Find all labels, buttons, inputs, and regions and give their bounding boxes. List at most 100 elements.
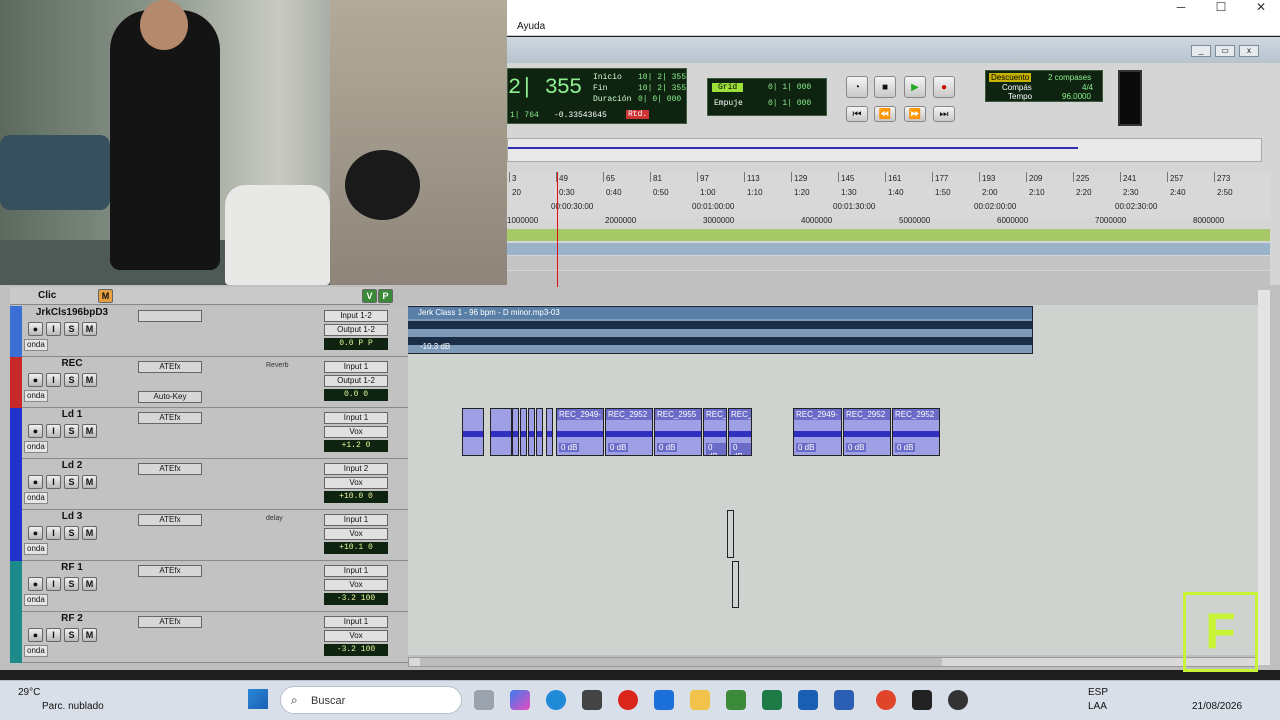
marker-ruler[interactable] [507, 229, 1270, 241]
mute-button[interactable]: M [82, 373, 97, 387]
edit-lanes[interactable] [408, 305, 1258, 655]
record-arm-button[interactable]: ● [28, 475, 43, 489]
input-selector[interactable]: Input 1-2 [324, 310, 388, 322]
audio-clip-small[interactable] [490, 408, 512, 456]
doc-close-button[interactable]: x [1239, 45, 1259, 57]
track-3[interactable]: Ld 2 ● I S M onda ATEfx Input 2 Vox +10.0 0 [10, 459, 408, 510]
forward-end-button[interactable]: ⏭ [933, 106, 955, 122]
input-selector[interactable]: Input 1 [324, 565, 388, 577]
track-name[interactable]: Ld 1 [24, 409, 120, 422]
tempo-ruler[interactable] [507, 243, 1270, 255]
audio-clip-main[interactable]: Jerk Class 1 - 96 bpm - D minor.mp3-03 -… [405, 306, 1033, 354]
track-name[interactable]: Ld 2 [24, 460, 120, 473]
audio-clip[interactable]: REC_2955 0 dB [654, 408, 702, 456]
start-icon[interactable] [248, 689, 268, 709]
input-monitor-button[interactable]: I [46, 526, 61, 540]
tempo-value[interactable]: 96.0000 [1062, 92, 1091, 101]
start-value[interactable]: 10| 2| 355 [638, 73, 686, 82]
word-icon[interactable] [834, 690, 854, 710]
track-view-selector[interactable]: onda [24, 492, 48, 504]
volume-display[interactable]: 0.0 0 [324, 389, 388, 401]
audio-clip-small[interactable] [528, 408, 535, 456]
input-monitor-button[interactable]: I [46, 424, 61, 438]
excel-icon[interactable] [762, 690, 782, 710]
grid-value[interactable]: 0| 1| 000 [768, 83, 811, 92]
audio-clip[interactable]: REC_2952 0 dB [843, 408, 891, 456]
meter-value[interactable]: 4/4 [1082, 83, 1093, 92]
track-view-selector[interactable]: onda [24, 339, 48, 351]
insert-slot-2[interactable]: Auto-Key [138, 391, 202, 403]
input-selector[interactable]: Input 1 [324, 412, 388, 424]
pdf-icon[interactable] [618, 690, 638, 710]
output-selector[interactable]: Vox [324, 579, 388, 591]
send-slot[interactable] [264, 464, 320, 475]
audio-clip[interactable]: REC_2952 0 dB [892, 408, 940, 456]
click-mute-button[interactable]: M [98, 289, 113, 303]
output-selector[interactable]: Vox [324, 426, 388, 438]
input-selector[interactable]: Input 1 [324, 514, 388, 526]
send-slot[interactable] [264, 566, 320, 577]
edge-icon[interactable] [546, 690, 566, 710]
track-4[interactable]: Ld 3 ● I S M onda ATEfx Input 1 Vox +10.1 0… [10, 510, 408, 561]
doc-minimize-button[interactable]: _ [1191, 45, 1211, 57]
track-view-selector[interactable]: onda [24, 390, 48, 402]
rewind-start-button[interactable]: ⏮ [846, 106, 868, 122]
input-monitor-button[interactable]: I [46, 373, 61, 387]
app-icon[interactable] [912, 690, 932, 710]
volume-display[interactable]: +10.0 0 [324, 491, 388, 503]
audio-clip[interactable]: REC_2952 0 dB [605, 408, 653, 456]
track-2[interactable]: Ld 1 ● I S M onda ATEfx Input 1 Vox +1.2 0 [10, 408, 408, 459]
track-6[interactable]: RF 2 ● I S M onda ATEfx Input 1 Vox -3.2 10… [10, 612, 408, 663]
track-name[interactable]: JrkCls196bpD3 [24, 307, 120, 320]
output-selector[interactable]: Vox [324, 528, 388, 540]
rtd-badge[interactable]: Rtd. [626, 110, 650, 119]
playlist-button[interactable]: P [378, 289, 393, 303]
insert-slot[interactable]: ATEfx [138, 565, 202, 577]
app-icon[interactable] [582, 690, 602, 710]
record-arm-button[interactable]: ● [28, 628, 43, 642]
forward-button[interactable]: ⏩ [904, 106, 926, 122]
volume-display[interactable]: -3.2 100 [324, 644, 388, 656]
mute-button[interactable]: M [82, 475, 97, 489]
vertical-scrollbar[interactable] [1258, 290, 1270, 665]
task-view-icon[interactable] [474, 690, 494, 710]
scroll-thumb[interactable] [420, 658, 942, 666]
insert-slot[interactable]: ATEfx [138, 514, 202, 526]
send-slot[interactable]: Reverb [264, 362, 320, 373]
output-selector[interactable]: Vox [324, 630, 388, 642]
app-icon[interactable] [654, 690, 674, 710]
insert-slot[interactable]: ATEfx [138, 616, 202, 628]
insert-slot[interactable]: ATEfx [138, 412, 202, 424]
track-view-selector[interactable]: onda [24, 543, 48, 555]
record-button[interactable]: ● [933, 76, 955, 98]
audio-clip[interactable]: REC_2949- 0 dB [556, 408, 604, 456]
volume-display[interactable]: -3.2 100 [324, 593, 388, 605]
mute-button[interactable]: M [82, 628, 97, 642]
solo-button[interactable]: S [64, 424, 79, 438]
play-button[interactable]: ▶ [904, 76, 926, 98]
taskbar-search[interactable]: ⌕ Buscar [280, 686, 462, 714]
record-arm-button[interactable]: ● [28, 526, 43, 540]
track-1[interactable]: REC ● I S M onda ATEfx Input 1 Output 1-2 0… [10, 357, 408, 408]
mute-button[interactable]: M [82, 322, 97, 336]
clip-fragment[interactable] [732, 561, 739, 608]
language-indicator[interactable]: ESP [1088, 687, 1108, 698]
audio-clip[interactable]: REC_2949- 0 dB [793, 408, 842, 456]
weather-desc[interactable]: Parc. nublado [42, 701, 104, 712]
clip-fragment[interactable] [727, 510, 734, 558]
main-counter[interactable]: 2| 355 Inicio Fin Duración 10| 2| 355 10… [507, 68, 687, 124]
end-value[interactable]: 10| 2| 355 [638, 84, 686, 93]
view-button[interactable]: V [362, 289, 377, 303]
protools-icon[interactable] [948, 690, 968, 710]
minimize-button[interactable]: ─ [1162, 0, 1200, 16]
maximize-button[interactable]: ☐ [1202, 0, 1240, 16]
weather-temp[interactable]: 29°C [18, 687, 40, 698]
mute-button[interactable]: M [82, 577, 97, 591]
volume-display[interactable]: +1.2 0 [324, 440, 388, 452]
solo-button[interactable]: S [64, 373, 79, 387]
input-monitor-button[interactable]: I [46, 322, 61, 336]
send-slot[interactable] [264, 617, 320, 628]
volume-display[interactable]: +10.1 0 [324, 542, 388, 554]
audio-clip-small[interactable] [512, 408, 519, 456]
insert-slot[interactable] [138, 310, 202, 322]
